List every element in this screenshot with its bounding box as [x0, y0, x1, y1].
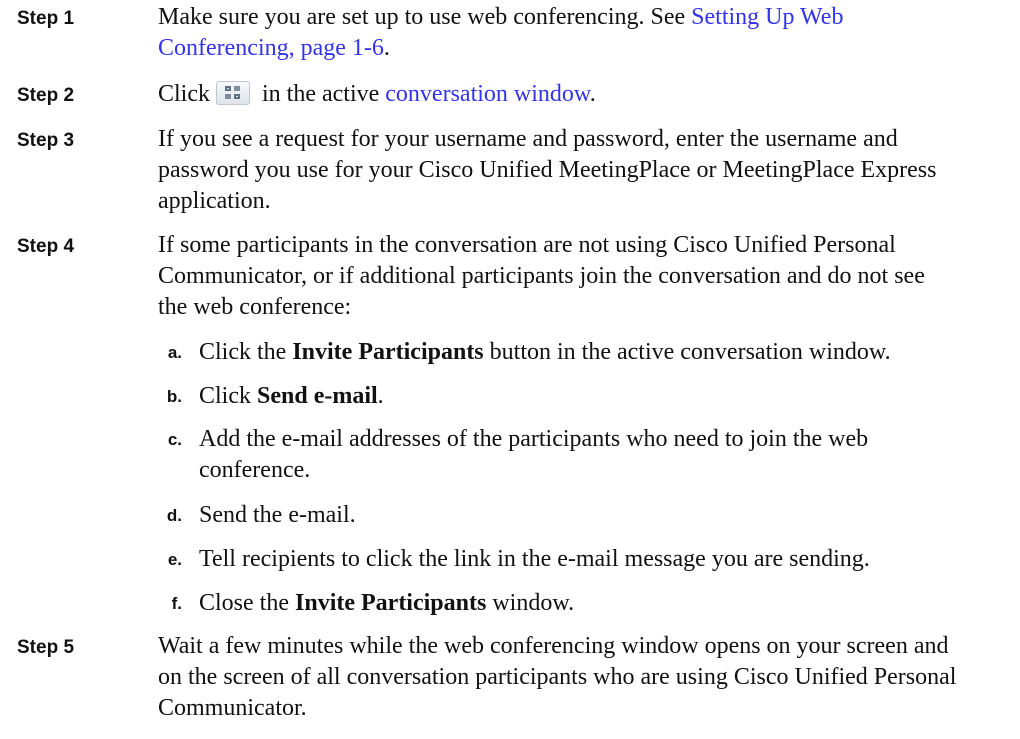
conversation-window-link[interactable]: conversation window	[385, 81, 589, 107]
substep-label: b.	[166, 387, 182, 406]
substep-label: c.	[167, 430, 182, 449]
send-email-label: Send e-mail	[257, 383, 378, 409]
step-label: Step 5	[17, 637, 75, 658]
step-body: If some participants in the conversation…	[158, 232, 925, 320]
substep-text: window.	[486, 590, 575, 616]
substep-text: Close the	[199, 590, 295, 616]
substep-text: Click	[199, 383, 257, 409]
substep-body: Close the Invite Participants window.	[199, 588, 969, 619]
step-text: in the active	[256, 81, 386, 107]
step-text: .	[589, 81, 596, 107]
step-text: Make sure you are set up to use web conf…	[158, 4, 692, 30]
substep-text: .	[377, 383, 384, 409]
step-body: Make sure you are set up to use web conf…	[158, 2, 958, 64]
substep-body: Click the Invite Participants button in …	[199, 337, 969, 368]
substep-label: a.	[167, 343, 182, 362]
substep-label: e.	[167, 550, 182, 569]
substep-text: button in the active conversation window…	[483, 339, 891, 365]
step-text: Click	[158, 81, 210, 107]
web-conference-icon	[216, 81, 250, 106]
substep-label: d.	[166, 506, 182, 525]
invite-participants-label: Invite Participants	[292, 339, 484, 365]
substep-body: Click Send e-mail.	[199, 381, 969, 412]
step-body: Click in the active conversation window.	[158, 79, 958, 110]
step-body: If you see a request for your username a…	[158, 126, 937, 214]
step-label: Step 4	[17, 236, 75, 257]
step-label: Step 2	[17, 85, 75, 106]
step-body: Wait a few minutes while the web confere…	[158, 633, 957, 721]
substep-body: Tell recipients to click the link in the…	[199, 546, 870, 572]
substep-text: Click the	[199, 339, 293, 365]
substep-body: Add the e-mail addresses of the particip…	[199, 426, 869, 483]
substep-body: Send the e-mail.	[199, 502, 356, 528]
step-text: .	[383, 35, 390, 61]
step-label: Step 3	[17, 130, 75, 151]
step-label: Step 1	[17, 8, 75, 29]
procedure-document: Step 1 Make sure you are set up to use w…	[0, 0, 1020, 739]
invite-participants-label: Invite Participants	[295, 590, 487, 616]
substep-label: f.	[171, 594, 182, 613]
